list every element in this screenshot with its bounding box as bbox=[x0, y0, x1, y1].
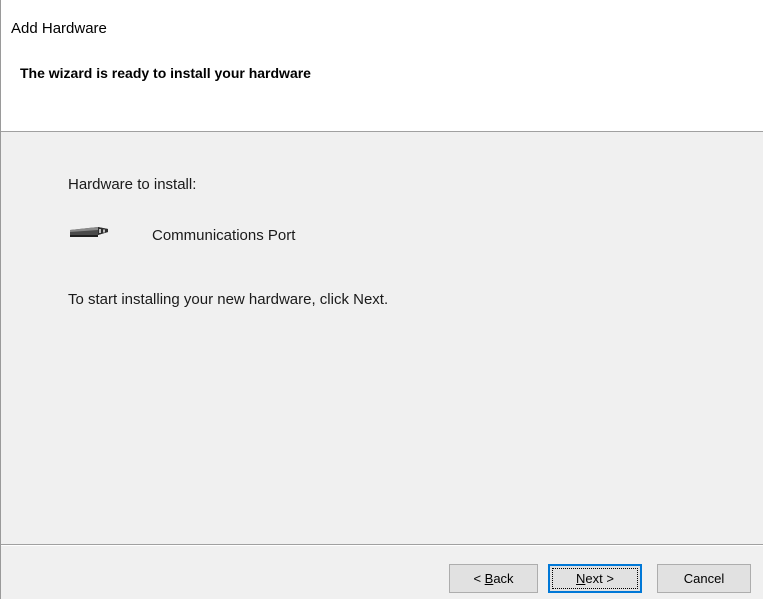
add-hardware-window: Add Hardware The wizard is ready to inst… bbox=[0, 0, 763, 599]
wizard-content: Hardware to install: Communications Port… bbox=[1, 132, 763, 544]
footer-divider bbox=[1, 544, 763, 546]
next-button-rest: ext > bbox=[585, 571, 614, 586]
instruction-text: To start installing your new hardware, c… bbox=[68, 291, 389, 308]
cancel-button-label: Cancel bbox=[683, 571, 725, 586]
cancel-button[interactable]: Cancel bbox=[657, 564, 751, 593]
wizard-header-title: The wizard is ready to install your hard… bbox=[20, 65, 311, 81]
back-button-prefix: < bbox=[473, 571, 485, 586]
next-button-accel: N bbox=[576, 571, 586, 586]
serial-port-icon bbox=[70, 227, 108, 237]
hardware-to-install-label: Hardware to install: bbox=[68, 176, 197, 193]
wizard-header: The wizard is ready to install your hard… bbox=[1, 40, 763, 132]
back-button-rest: ack bbox=[493, 571, 514, 586]
title-bar: Add Hardware bbox=[1, 0, 763, 40]
back-button[interactable]: < Back bbox=[449, 564, 538, 593]
window-title: Add Hardware bbox=[11, 20, 107, 37]
device-name: Communications Port bbox=[152, 227, 296, 244]
next-button[interactable]: Next > bbox=[548, 564, 642, 593]
